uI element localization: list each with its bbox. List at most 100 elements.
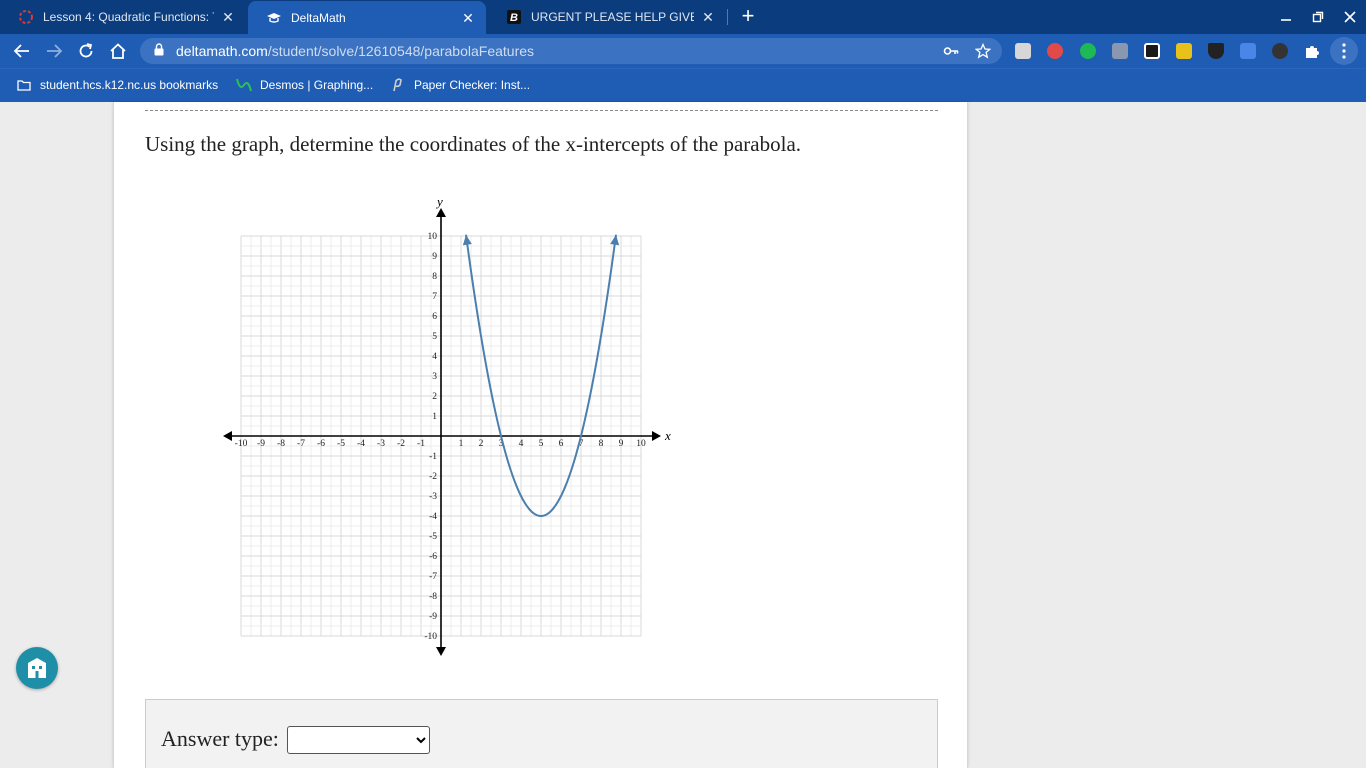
restore-icon	[1312, 11, 1324, 23]
arrow-left-icon	[13, 44, 29, 58]
problem-card: Using the graph, determine the coordinat…	[113, 102, 968, 768]
y-tick-label: 7	[432, 292, 437, 302]
folder-icon	[16, 77, 32, 93]
x-tick-label: -8	[277, 439, 285, 449]
x-tick-label: 4	[519, 439, 524, 449]
bookmark-folder[interactable]: student.hcs.k12.nc.us bookmarks	[16, 69, 218, 101]
classroom-extension-icon[interactable]	[1176, 43, 1192, 59]
x-tick-label: -2	[397, 439, 405, 449]
x-tick-label: 5	[539, 439, 544, 449]
question-text: Using the graph, determine the coordinat…	[145, 132, 802, 156]
browser-toolbar: deltamath.com/student/solve/12610548/par…	[0, 34, 1366, 68]
y-axis-arrow-down	[436, 647, 446, 656]
y-tick-label: 6	[432, 312, 437, 322]
y-tick-label: -8	[429, 592, 437, 602]
record-extension-icon[interactable]	[1047, 43, 1063, 59]
tab-strip: Lesson 4: Quadratic Functions: T ✕ Delta…	[0, 0, 1366, 35]
x-tick-label: -3	[377, 439, 385, 449]
bookmark-desmos[interactable]: Desmos | Graphing...	[236, 69, 373, 101]
x-tick-label: 1	[459, 439, 464, 449]
y-tick-label: -10	[424, 632, 437, 642]
x-tick-label: -7	[297, 439, 305, 449]
home-button[interactable]	[106, 39, 130, 63]
paper-checker-icon	[390, 77, 406, 93]
y-tick-label: 5	[432, 332, 437, 342]
parabola-graph: xy-10 -9 -8 -7 -6 -5 -4 -3 -2 -1 1 2 3 4 5 6 7 8 9 10109876…	[223, 197, 671, 656]
copy-extension-icon[interactable]	[1112, 43, 1128, 59]
x-tick-label: -4	[357, 439, 365, 449]
bookmarks-bar: student.hcs.k12.nc.us bookmarks Desmos |…	[0, 68, 1366, 102]
close-icon[interactable]: ✕	[700, 9, 716, 26]
tab-title: Lesson 4: Quadratic Functions: T	[43, 10, 214, 24]
x-tick-label: 2	[479, 439, 484, 449]
x-tick-label: 6	[559, 439, 564, 449]
new-tab-button[interactable]: +	[736, 5, 760, 29]
x-tick-label: -10	[235, 439, 248, 449]
x-tick-label: -9	[257, 439, 265, 449]
x-tick-label: -1	[417, 439, 425, 449]
x-tick-label: 9	[619, 439, 624, 449]
close-icon	[1344, 11, 1356, 23]
back-button[interactable]	[10, 39, 34, 63]
forward-button[interactable]	[42, 39, 66, 63]
y-tick-label: -1	[429, 452, 437, 462]
tab-separator	[727, 9, 728, 25]
translate-extension-icon[interactable]	[1240, 43, 1256, 59]
y-tick-label: 9	[432, 252, 437, 262]
building-helper-icon	[28, 658, 46, 678]
divider	[145, 110, 938, 111]
x-tick-label: -6	[317, 439, 325, 449]
ghost-extension-icon[interactable]	[1272, 43, 1288, 59]
y-tick-label: 10	[428, 232, 438, 242]
close-window-button[interactable]	[1334, 0, 1366, 34]
x-axis-label: x	[664, 428, 671, 443]
arrow-right-icon	[47, 44, 63, 58]
kebab-menu-icon	[1342, 43, 1346, 59]
y-tick-label: -6	[429, 552, 437, 562]
bookmark-label: student.hcs.k12.nc.us bookmarks	[40, 78, 219, 92]
y-tick-label: 8	[432, 272, 437, 282]
bookmark-paper-checker[interactable]: Paper Checker: Inst...	[390, 69, 530, 101]
home-icon	[110, 43, 126, 59]
accessibility-helper-button[interactable]	[16, 647, 58, 689]
x-tick-label: 10	[636, 439, 646, 449]
x-axis-arrow-right	[652, 431, 661, 441]
close-icon[interactable]: ✕	[220, 9, 236, 26]
page-viewport: Using the graph, determine the coordinat…	[0, 102, 1366, 768]
x-tick-label: 8	[599, 439, 604, 449]
brainly-b-icon: B	[506, 9, 522, 25]
y-tick-label: -5	[429, 532, 437, 542]
y-tick-label: -9	[429, 612, 437, 622]
bookmark-label: Paper Checker: Inst...	[414, 78, 531, 92]
x-tick-label: -5	[337, 439, 345, 449]
tab-lesson[interactable]: Lesson 4: Quadratic Functions: T ✕	[0, 0, 246, 34]
restore-button[interactable]	[1302, 0, 1334, 34]
key-icon[interactable]	[943, 43, 959, 59]
y-tick-label: 4	[432, 352, 437, 362]
y-tick-label: -4	[429, 512, 437, 522]
answer-type-label: Answer type:	[161, 726, 279, 751]
green-dot-extension-icon[interactable]	[1080, 43, 1096, 59]
lock-icon	[154, 43, 166, 59]
y-tick-label: -7	[429, 572, 437, 582]
tab-deltamath[interactable]: DeltaMath ✕	[248, 1, 486, 35]
shield-extension-icon[interactable]	[1208, 43, 1224, 59]
y-tick-label: 3	[432, 372, 437, 382]
puzzle-icon[interactable]	[1304, 43, 1320, 59]
close-icon[interactable]: ✕	[460, 10, 476, 27]
deltamath-cap-icon	[266, 10, 282, 26]
printer-extension-icon[interactable]	[1015, 43, 1031, 59]
address-bar[interactable]: deltamath.com/student/solve/12610548/par…	[140, 38, 1002, 64]
loading-ring-icon	[18, 9, 34, 25]
svg-text:B: B	[510, 12, 518, 24]
menu-button[interactable]	[1330, 37, 1358, 65]
y-tick-label: -3	[429, 492, 437, 502]
reload-button[interactable]	[74, 39, 98, 63]
y-tick-label: 1	[432, 412, 437, 422]
minimize-button[interactable]	[1270, 0, 1302, 34]
star-icon[interactable]	[974, 42, 992, 59]
camera-extension-icon[interactable]	[1144, 43, 1160, 59]
tab-brainly[interactable]: B URGENT PLEASE HELP GIVE RIG ✕	[488, 0, 726, 34]
url-path: /student/solve/12610548/parabolaFeatures	[267, 43, 535, 59]
answer-type-select[interactable]	[287, 726, 430, 754]
